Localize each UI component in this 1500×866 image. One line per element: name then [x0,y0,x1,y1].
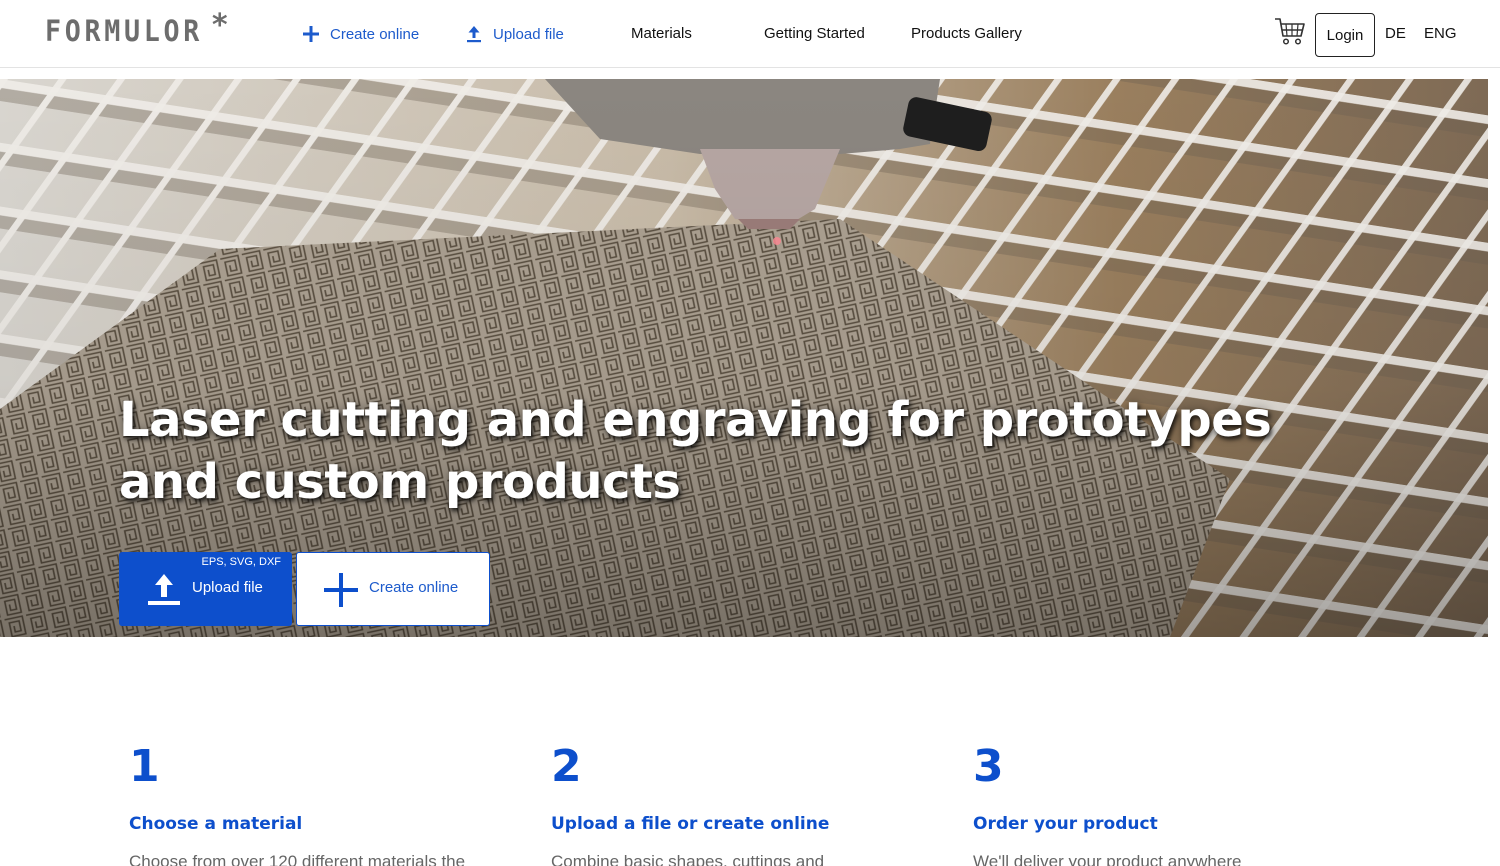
step-number: 3 [973,741,1004,792]
step-choose-material: 1 Choose a material Choose from over 120… [129,741,529,866]
cart-icon[interactable] [1274,15,1306,47]
nav-upload-file-label: Upload file [493,25,564,43]
plus-icon [324,573,358,607]
nav-products-gallery[interactable]: Products Gallery [911,22,1022,46]
step-description: Combine basic shapes, cuttings and [551,852,825,866]
hero-create-online-button[interactable]: Create online [296,552,490,626]
upload-icon [148,574,180,605]
hero-title: Laser cutting and engraving for prototyp… [119,389,1319,513]
step-upload-or-create: 2 Upload a file or create online Combine… [551,741,951,866]
hero-banner: Laser cutting and engraving for prototyp… [0,79,1488,637]
hero-create-online-label: Create online [369,579,459,596]
lang-de[interactable]: DE [1385,22,1406,46]
upload-formats-label: EPS, SVG, DXF [201,556,281,568]
nav-materials[interactable]: Materials [631,22,692,46]
step-number: 1 [129,741,160,792]
site-header: FORMULOR * Create online Upload file Mat… [0,0,1500,68]
formulor-logo[interactable]: FORMULOR * [45,8,229,49]
upload-icon [467,26,481,43]
nav-upload-file[interactable]: Upload file [465,22,564,46]
logo-star: * [210,8,229,43]
login-button[interactable]: Login [1315,13,1375,57]
plus-icon [303,26,319,42]
nav-getting-started[interactable]: Getting Started [764,22,865,46]
hero-upload-file-label: Upload file [192,579,263,596]
hero-title-line-2: and custom products [119,454,681,510]
nav-create-online-label: Create online [330,25,420,43]
step-title: Order your product [973,814,1158,834]
step-number: 2 [551,741,582,792]
step-order-product: 3 Order your product We'll deliver your … [973,741,1373,866]
step-title: Choose a material [129,814,303,834]
hero-upload-file-button[interactable]: EPS, SVG, DXF Upload file [119,552,292,626]
hero-title-line-1: Laser cutting and engraving for prototyp… [119,392,1272,448]
step-description: We'll deliver your product anywhere [973,852,1242,866]
step-description: Choose from over 120 different materials… [129,852,466,866]
step-title: Upload a file or create online [551,814,830,834]
nav-create-online[interactable]: Create online [302,22,419,46]
logo-text: FORMULOR [45,14,203,48]
lang-eng[interactable]: ENG [1424,22,1457,46]
